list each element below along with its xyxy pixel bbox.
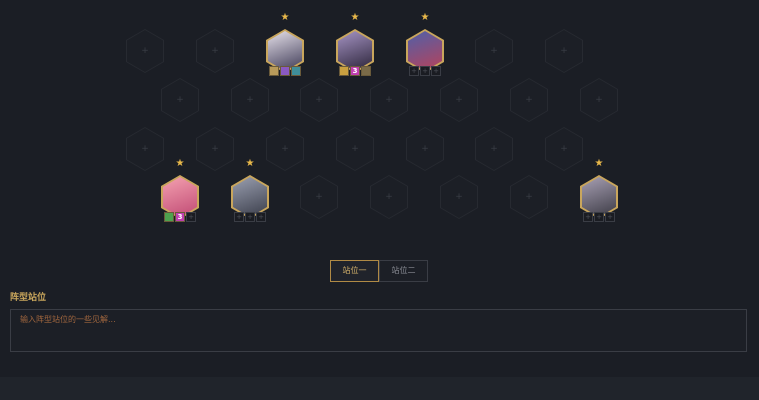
empty-item-slot[interactable]: + [234,212,244,222]
empty-hex-slot[interactable]: + [580,78,618,122]
plus-icon: + [351,144,359,154]
champion-slot[interactable]: ★ + + + [231,159,269,235]
plus-icon: + [385,95,393,105]
plus-icon: + [560,46,568,56]
empty-hex-slot[interactable]: + [300,78,338,122]
empty-item-slot[interactable]: + [409,66,419,76]
star-icon: ★ [420,12,430,23]
empty-hex-slot[interactable]: + [196,127,234,171]
empty-item-slot[interactable]: + [245,212,255,222]
empty-hex-slot[interactable]: + [440,78,478,122]
empty-hex-slot[interactable]: + [510,175,548,219]
section-title: 阵型站位 [10,293,47,303]
bottom-bar [0,377,759,400]
item-slots [269,66,302,76]
empty-hex-slot[interactable]: + [475,127,513,171]
item-icon[interactable] [280,66,290,76]
champion-portrait [268,31,302,71]
star-icon: ★ [350,12,360,23]
star-icon: ★ [245,158,255,169]
item-icon[interactable] [269,66,279,76]
champion-slot[interactable]: ★ [266,13,304,89]
item-icon[interactable] [361,66,371,76]
empty-hex-slot[interactable]: + [266,127,304,171]
plus-icon: + [525,95,533,105]
empty-hex-slot[interactable]: + [300,175,338,219]
item-icon[interactable] [291,66,301,76]
empty-hex-slot[interactable]: + [126,29,164,73]
empty-hex-slot[interactable]: + [370,78,408,122]
empty-hex-slot[interactable]: + [161,78,199,122]
empty-item-slot[interactable]: + [583,212,593,222]
plus-icon: + [211,46,219,56]
item-slots: + + + [234,212,267,222]
champion-slot[interactable]: ★ 3 [336,13,374,89]
empty-item-slot[interactable]: + [605,212,615,222]
plus-icon: + [490,144,498,154]
empty-item-slot[interactable]: + [594,212,604,222]
plus-icon: + [455,95,463,105]
formation-notes-input[interactable] [10,309,747,352]
empty-hex-slot[interactable]: + [336,127,374,171]
empty-hex-slot[interactable]: + [406,127,444,171]
plus-icon: + [595,95,603,105]
champion-portrait [582,177,616,217]
champion-portrait [163,177,197,217]
formation-tabs: 站位一 站位二 [330,260,428,282]
plus-icon: + [525,192,533,202]
champion-portrait [408,31,442,71]
plus-icon: + [281,144,289,154]
empty-hex-slot[interactable]: + [440,175,478,219]
star-icon: ★ [594,158,604,169]
plus-icon: + [315,192,323,202]
plus-icon: + [246,95,254,105]
formation-board: + + ★ ★ 3 ★ + + + + + + + + + + + + + + + + + + + ★ 3 + ★ + + + + + + + ★ + + + [0,0,759,250]
item-slots: 3 + [164,212,197,222]
item-icon[interactable] [164,212,174,222]
item-icon[interactable]: 3 [175,212,185,222]
champion-slot[interactable]: ★ + + + [580,159,618,235]
item-slots: + + + [409,66,442,76]
item-slots: + + + [583,212,616,222]
empty-hex-slot[interactable]: + [510,78,548,122]
empty-hex-slot[interactable]: + [545,29,583,73]
empty-item-slot[interactable]: + [186,212,196,222]
champion-slot[interactable]: ★ 3 + [161,159,199,235]
plus-icon: + [211,144,219,154]
empty-item-slot[interactable]: + [256,212,266,222]
empty-hex-slot[interactable]: + [196,29,234,73]
empty-item-slot[interactable]: + [431,66,441,76]
empty-item-slot[interactable]: + [420,66,430,76]
tab-formation-2[interactable]: 站位二 [379,260,428,282]
tab-formation-1[interactable]: 站位一 [330,260,379,282]
item-slots: 3 [339,66,372,76]
empty-hex-slot[interactable]: + [231,78,269,122]
empty-hex-slot[interactable]: + [126,127,164,171]
empty-hex-slot[interactable]: + [370,175,408,219]
empty-hex-slot[interactable]: + [475,29,513,73]
plus-icon: + [315,95,323,105]
plus-icon: + [385,192,393,202]
plus-icon: + [141,144,149,154]
empty-hex-slot[interactable]: + [545,127,583,171]
plus-icon: + [421,144,429,154]
champion-portrait [233,177,267,217]
star-icon: ★ [175,158,185,169]
plus-icon: + [141,46,149,56]
plus-icon: + [455,192,463,202]
champion-slot[interactable]: ★ + + + [406,13,444,89]
plus-icon: + [176,95,184,105]
plus-icon: + [560,144,568,154]
item-icon[interactable]: 3 [350,66,360,76]
champion-portrait [338,31,372,71]
plus-icon: + [490,46,498,56]
star-icon: ★ [280,12,290,23]
item-icon[interactable] [339,66,349,76]
